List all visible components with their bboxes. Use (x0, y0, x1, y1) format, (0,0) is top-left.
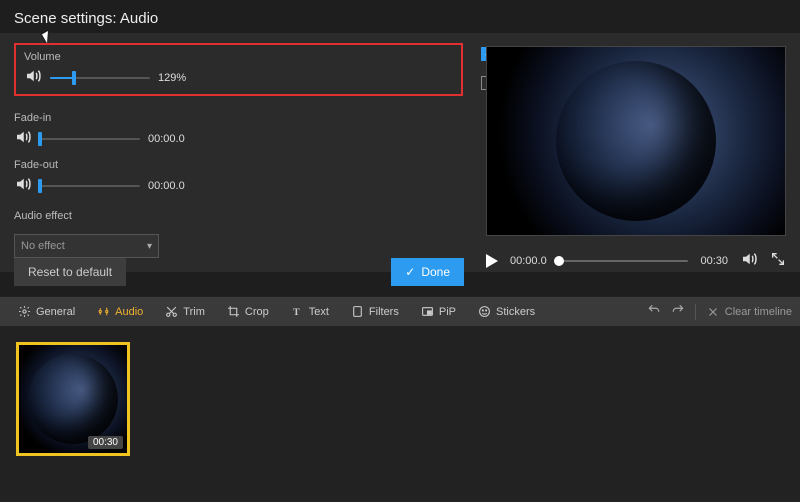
tab-label: PiP (439, 306, 456, 318)
timeline-clip[interactable]: 00:30 (16, 342, 130, 456)
preview-canvas[interactable] (486, 46, 786, 236)
tab-filters[interactable]: Filters (341, 297, 409, 326)
audio-effect-select[interactable]: No effect ▾ (14, 234, 159, 258)
speaker-icon[interactable] (14, 175, 32, 196)
volume-label: Volume (24, 51, 453, 63)
speaker-icon[interactable] (24, 67, 42, 88)
tab-label: Text (309, 306, 329, 318)
timeline[interactable]: 00:30 (0, 326, 800, 502)
speaker-icon[interactable] (14, 128, 32, 149)
svg-text:T: T (293, 307, 300, 318)
tab-trim[interactable]: Trim (155, 297, 215, 326)
play-icon (486, 254, 498, 268)
fade-in-label: Fade-in (14, 112, 463, 124)
fade-in-slider[interactable] (40, 133, 140, 145)
check-icon: ✓ (405, 265, 415, 279)
tab-pip[interactable]: PiP (411, 297, 466, 326)
volume-slider[interactable] (50, 72, 150, 84)
reset-button[interactable]: Reset to default (14, 258, 126, 286)
audio-effect-label: Audio effect (14, 210, 463, 222)
tab-audio[interactable]: Audio (87, 297, 153, 326)
done-button[interactable]: ✓ Done (391, 258, 464, 286)
preview-panel: 00:00.0 00:30 (486, 46, 786, 271)
tab-general[interactable]: General (8, 297, 85, 326)
play-button[interactable] (486, 254, 498, 268)
page-title: Scene settings: Audio (0, 0, 800, 33)
preview-current-time: 00:00.0 (510, 255, 547, 267)
tab-label: Trim (183, 306, 205, 318)
fullscreen-icon[interactable] (770, 251, 786, 270)
clip-duration-badge: 00:30 (88, 436, 123, 449)
tab-crop[interactable]: Crop (217, 297, 279, 326)
fade-out-group: Fade-out 00:00.0 (14, 159, 463, 196)
volume-group: Volume 129% (14, 43, 463, 96)
tab-label: Audio (115, 306, 143, 318)
fade-in-value: 00:00.0 (148, 133, 188, 145)
fade-out-slider[interactable] (40, 180, 140, 192)
tab-label: Filters (369, 306, 399, 318)
fade-in-group: Fade-in 00:00.0 (14, 112, 463, 149)
chevron-down-icon: ▾ (147, 241, 152, 252)
tab-label: Stickers (496, 306, 535, 318)
tab-label: Crop (245, 306, 269, 318)
cursor-icon (42, 31, 53, 43)
tab-label: General (36, 306, 75, 318)
redo-button[interactable] (671, 303, 685, 320)
fade-out-label: Fade-out (14, 159, 463, 171)
undo-button[interactable] (647, 303, 661, 320)
clear-timeline-button[interactable]: Clear timeline (706, 305, 792, 319)
preview-volume-icon[interactable] (740, 250, 758, 271)
fade-out-value: 00:00.0 (148, 180, 188, 192)
preview-duration: 00:30 (700, 255, 728, 267)
done-label: Done (421, 265, 450, 279)
tab-bar: General Audio Trim Crop T Text Filters P… (0, 296, 800, 326)
tab-stickers[interactable]: Stickers (468, 297, 545, 326)
clear-timeline-label: Clear timeline (725, 306, 792, 318)
divider (695, 304, 696, 320)
tab-text[interactable]: T Text (281, 297, 339, 326)
audio-effect-selected: No effect (21, 240, 65, 252)
preview-seek-slider[interactable] (559, 256, 689, 266)
volume-value: 129% (158, 72, 198, 84)
